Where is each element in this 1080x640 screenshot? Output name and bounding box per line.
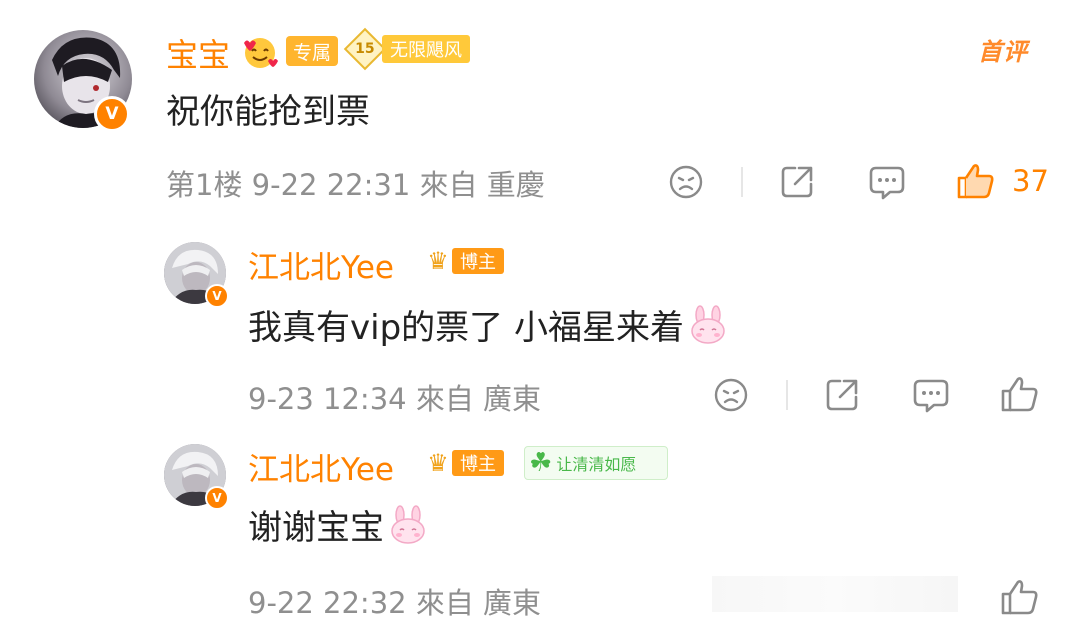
like-thumb-icon[interactable] bbox=[1000, 375, 1040, 413]
faded-action-area bbox=[712, 576, 958, 612]
clover-icon: ☘ bbox=[529, 448, 553, 478]
crown-icon: ♛ bbox=[427, 449, 449, 477]
exclusive-badge: 专属 bbox=[286, 36, 339, 66]
fan-club-badge: ☘ 让清清如愿 bbox=[524, 446, 668, 480]
dislike-face-icon[interactable] bbox=[713, 377, 749, 413]
fan-level-badge: 15 无限飓风 bbox=[343, 27, 478, 71]
share-icon[interactable] bbox=[779, 164, 815, 200]
blogger-badge: ♛ 博主 bbox=[420, 246, 504, 276]
crown-icon: ♛ bbox=[427, 247, 449, 275]
share-icon[interactable] bbox=[824, 377, 860, 413]
verified-badge-icon: V bbox=[205, 284, 229, 308]
comment-icon[interactable] bbox=[868, 164, 906, 200]
like-count: 37 bbox=[1012, 164, 1049, 198]
comment-icon[interactable] bbox=[912, 377, 950, 413]
divider bbox=[786, 380, 788, 410]
verified-badge-icon: V bbox=[94, 96, 130, 132]
like-thumb-icon[interactable] bbox=[1000, 578, 1040, 616]
first-comment-tag: 首评 bbox=[978, 38, 1028, 66]
bunny-emoji-icon bbox=[688, 305, 728, 354]
reply-text: 谢谢宝宝 bbox=[248, 500, 428, 554]
divider bbox=[741, 167, 743, 197]
verified-badge-icon: V bbox=[205, 486, 229, 510]
reply-username[interactable]: 江北北Yee bbox=[248, 444, 394, 489]
comment-text: 祝你能抢到票 bbox=[166, 92, 370, 132]
heart-face-emoji-icon bbox=[240, 35, 280, 79]
comment-username[interactable]: 宝宝 bbox=[166, 30, 280, 79]
dislike-face-icon[interactable] bbox=[668, 164, 704, 200]
level-diamond-icon: 15 bbox=[343, 27, 387, 71]
reply-text: 我真有vip的票了 小福星来着 bbox=[248, 300, 728, 354]
bunny-emoji-icon bbox=[388, 505, 428, 554]
reply-meta: 9-22 22:32 來自 廣東 bbox=[248, 586, 542, 620]
like-thumb-icon[interactable] bbox=[956, 162, 996, 200]
blogger-badge: ♛ 博主 bbox=[420, 448, 504, 478]
reply-username[interactable]: 江北北Yee bbox=[248, 242, 394, 287]
comment-meta: 第1楼 9-22 22:31 來自 重慶 bbox=[166, 168, 545, 202]
reply-meta: 9-23 12:34 來自 廣東 bbox=[248, 382, 542, 416]
